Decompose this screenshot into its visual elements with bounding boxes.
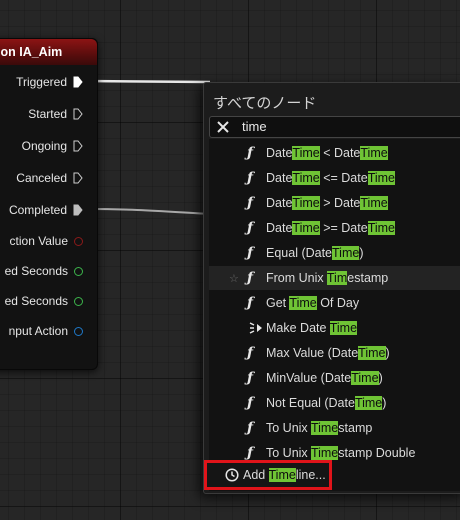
list-item[interactable]: ƒ Max Value (DateTime) (209, 341, 460, 365)
pin-label: Ongoing (21, 139, 67, 153)
pin-triggered-seconds[interactable]: ed Seconds (5, 291, 83, 311)
list-item[interactable]: ƒ DateTime <= DateTime (209, 166, 460, 190)
enhanced-input-action-node[interactable]: ion IA_Aim Triggered Started Ongoing Can… (0, 38, 98, 370)
list-item[interactable]: ƒ DateTime > DateTime (209, 191, 460, 215)
node-title: ion IA_Aim (0, 39, 97, 65)
list-item[interactable]: Make Date Time (209, 316, 460, 340)
function-icon: ƒ (247, 395, 254, 411)
list-item[interactable]: ƒ DateTime >= DateTime (209, 216, 460, 240)
pin-label: ction Value (9, 234, 68, 248)
add-timeline-item[interactable]: Add Timeline... (204, 460, 332, 490)
pin-label: ed Seconds (4, 264, 68, 278)
menu-title: すべてのノード (213, 95, 317, 112)
star-icon[interactable]: ☆ (229, 272, 239, 285)
pin-completed[interactable]: Completed (9, 200, 83, 220)
item-label: Make Date Time (266, 321, 358, 335)
data-pin-icon[interactable] (74, 296, 83, 306)
function-icon: ƒ (247, 295, 254, 311)
exec-pin-icon[interactable] (73, 140, 83, 152)
pin-label: Completed (8, 203, 67, 217)
search-input[interactable]: time (242, 119, 267, 134)
list-item[interactable]: ƒ Equal (DateTime) (209, 241, 460, 265)
clock-icon (225, 468, 239, 482)
item-label: Not Equal (DateTime) (266, 396, 387, 410)
pin-label: Started (28, 107, 67, 121)
item-label: Get Time Of Day (266, 296, 360, 310)
item-label: Equal (DateTime) (266, 246, 364, 260)
pin-label: ed Seconds (4, 294, 68, 308)
pin-label: Canceled (16, 171, 67, 185)
pin-canceled[interactable]: Canceled (16, 168, 83, 188)
item-label: Add Timeline... (243, 468, 326, 482)
make-struct-icon (249, 322, 262, 334)
list-item[interactable]: ƒ MinValue (DateTime) (209, 366, 460, 390)
data-pin-icon[interactable] (74, 266, 83, 276)
item-label: Max Value (DateTime) (266, 346, 390, 360)
item-label: MinValue (DateTime) (266, 371, 383, 385)
action-menu[interactable]: すべてのノード time ƒ DateTime < DateTime ƒ Dat… (203, 82, 460, 494)
list-item[interactable]: ☆ ƒ From Unix Timestamp (209, 266, 460, 290)
function-icon: ƒ (247, 345, 254, 361)
exec-pin-icon[interactable] (73, 172, 83, 184)
item-label: To Unix Timestamp Double (266, 446, 416, 460)
function-icon: ƒ (247, 370, 254, 386)
function-icon: ƒ (247, 195, 254, 211)
triggered-wire (82, 79, 211, 84)
function-icon: ƒ (247, 170, 254, 186)
function-icon: ƒ (247, 220, 254, 236)
item-label: From Unix Timestamp (266, 271, 389, 285)
action-list: ƒ DateTime < DateTime ƒ DateTime <= Date… (209, 139, 460, 491)
pin-ongoing[interactable]: Ongoing (22, 136, 83, 156)
pin-action-value[interactable]: ction Value (10, 231, 83, 251)
pin-started[interactable]: Started (28, 104, 83, 124)
list-item[interactable]: ƒ DateTime < DateTime (209, 141, 460, 165)
pin-input-action[interactable]: nput Action (9, 321, 83, 341)
exec-pin-icon[interactable] (73, 76, 83, 88)
function-icon: ƒ (247, 420, 254, 436)
exec-pin-icon[interactable] (73, 204, 83, 216)
function-icon: ƒ (247, 445, 254, 461)
pin-label: nput Action (8, 324, 68, 338)
item-label: DateTime < DateTime (266, 146, 388, 160)
pin-triggered[interactable]: Triggered (16, 72, 83, 92)
item-label: DateTime > DateTime (266, 196, 388, 210)
search-box[interactable]: time (209, 116, 460, 138)
data-pin-icon[interactable] (74, 236, 83, 246)
item-label: To Unix Timestamp (266, 421, 373, 435)
exec-pin-icon[interactable] (73, 108, 83, 120)
close-icon[interactable] (216, 120, 230, 134)
list-item[interactable]: ƒ To Unix Timestamp (209, 416, 460, 440)
item-label: DateTime <= DateTime (266, 171, 396, 185)
function-icon: ƒ (247, 145, 254, 161)
pin-label: Triggered (16, 75, 67, 89)
pin-elapsed-seconds[interactable]: ed Seconds (5, 261, 83, 281)
item-label: DateTime >= DateTime (266, 221, 396, 235)
list-item[interactable]: ƒ Not Equal (DateTime) (209, 391, 460, 415)
completed-wire (85, 208, 211, 215)
list-item[interactable]: ƒ Get Time Of Day (209, 291, 460, 315)
function-icon: ƒ (247, 270, 254, 286)
data-pin-icon[interactable] (74, 326, 83, 336)
function-icon: ƒ (247, 245, 254, 261)
